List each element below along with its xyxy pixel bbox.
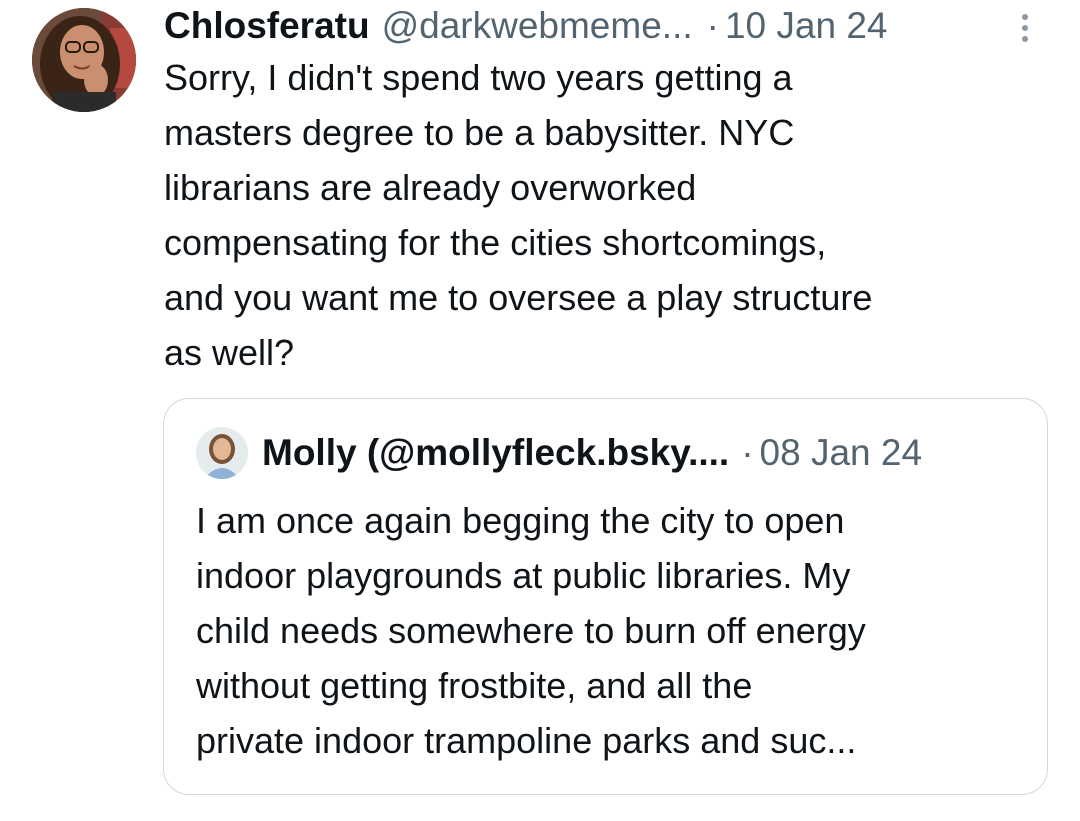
author-name[interactable]: Chlosferatu (164, 4, 370, 48)
more-dot (1022, 25, 1028, 31)
quoted-tweet-date: 08 Jan 24 (759, 432, 923, 473)
more-dot (1022, 14, 1028, 20)
quoted-tweet-text: I am once again begging the city to open… (196, 500, 866, 761)
separator-dot: · (706, 5, 719, 46)
tweet-content: Chlosferatu @darkwebmeme... · 10 Jan 24 … (164, 0, 1054, 380)
author-handle[interactable]: @darkwebmeme... (382, 4, 693, 48)
separator-dot: · (741, 432, 754, 473)
tweet-date[interactable]: 10 Jan 24 (725, 4, 888, 48)
quoted-tweet-header: Molly (@mollyfleck.bsky.... · 08 Jan 24 (196, 427, 922, 479)
quoted-tweet-card[interactable]: Molly (@mollyfleck.bsky.... · 08 Jan 24 … (163, 398, 1048, 795)
author-avatar[interactable] (32, 8, 136, 112)
tweet-text: Sorry, I didn't spend two years getting … (164, 57, 873, 373)
more-dot (1022, 36, 1028, 42)
quoted-author-name[interactable]: Molly (@mollyfleck.bsky.... (262, 432, 729, 474)
tweet[interactable]: Chlosferatu @darkwebmeme... · 10 Jan 24 … (0, 0, 1080, 821)
quoted-author-avatar (196, 427, 248, 479)
tweet-header: Chlosferatu @darkwebmeme... · 10 Jan 24 (164, 0, 1054, 50)
more-vertical-icon[interactable] (1010, 8, 1040, 48)
